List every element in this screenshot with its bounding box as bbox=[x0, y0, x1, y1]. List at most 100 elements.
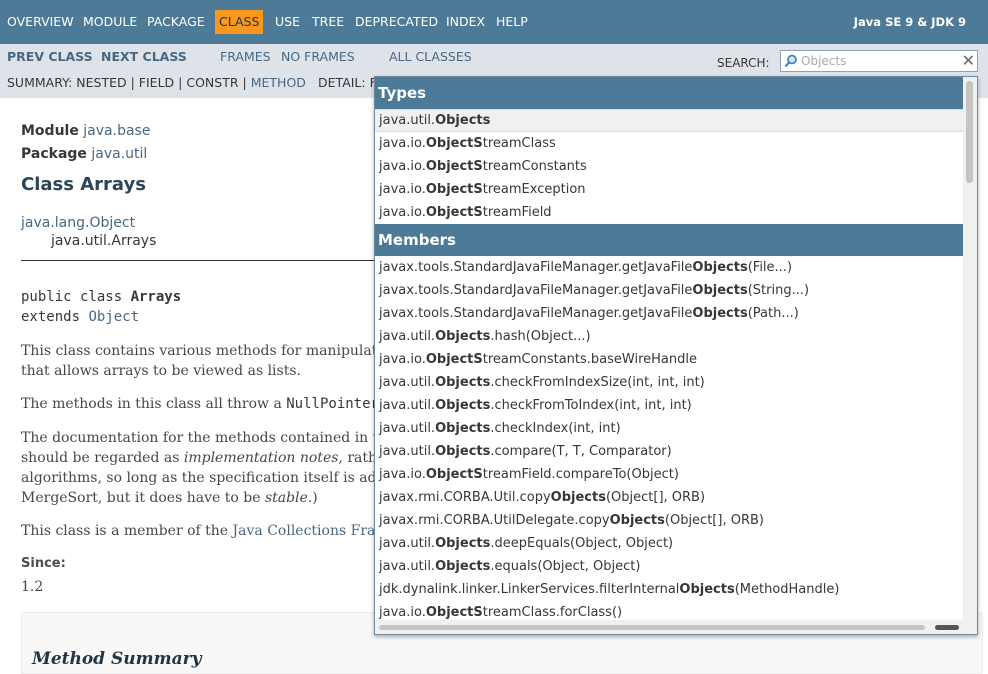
result-match: ObjectS bbox=[425, 605, 483, 620]
result-match: Objects bbox=[435, 559, 491, 574]
search-result-item[interactable]: java.util.Objects.compare(T, T, Comparat… bbox=[375, 440, 964, 463]
nav-help[interactable]: HELP bbox=[496, 0, 528, 44]
horizontal-scroll-thumb[interactable] bbox=[379, 625, 925, 630]
result-suffix: treamField.compareTo(Object) bbox=[482, 467, 679, 482]
search-result-item[interactable]: java.util.Objects.hash(Object...) bbox=[375, 325, 964, 348]
search-result-item[interactable]: java.io.ObjectStreamClass.forClass() bbox=[375, 601, 964, 622]
horizontal-scroll-end[interactable] bbox=[935, 625, 959, 630]
para2-text: The methods in this class all throw a bbox=[21, 396, 287, 412]
para1-line2: that allows arrays to be viewed as lists… bbox=[21, 363, 301, 379]
result-match: Objects bbox=[435, 398, 491, 413]
search-result-item[interactable]: java.io.ObjectStreamField bbox=[375, 201, 964, 224]
search-result-item[interactable]: java.io.ObjectStreamField.compareTo(Obje… bbox=[375, 463, 964, 486]
clear-search-icon[interactable]: ✕ bbox=[962, 51, 975, 71]
package-label: Package bbox=[21, 146, 87, 162]
nav-package[interactable]: PACKAGE bbox=[147, 0, 205, 44]
method-summary-heading: Method Summary bbox=[32, 649, 202, 669]
result-suffix: treamClass.forClass() bbox=[482, 605, 623, 620]
para1-line1: This class contains various methods for … bbox=[21, 343, 382, 359]
result-match: ObjectS bbox=[425, 352, 483, 367]
extends-object-link[interactable]: Object bbox=[88, 309, 139, 325]
result-prefix: java.io. bbox=[379, 205, 426, 220]
search-result-item[interactable]: javax.tools.StandardJavaFileManager.getJ… bbox=[375, 302, 964, 325]
para3-text: MergeSort, but it does have to be bbox=[21, 490, 265, 506]
summary-prefix: SUMMARY: bbox=[7, 75, 73, 90]
search-result-item[interactable]: java.util.Objects.deepEquals(Object, Obj… bbox=[375, 532, 964, 555]
search-result-item[interactable]: java.util.Objects bbox=[375, 109, 964, 132]
vertical-scroll-thumb[interactable] bbox=[966, 81, 973, 183]
result-match: ObjectS bbox=[425, 467, 483, 482]
search-result-item[interactable]: java.io.ObjectStreamException bbox=[375, 178, 964, 201]
nav-class-active: CLASS bbox=[215, 10, 264, 34]
result-match: ObjectS bbox=[425, 159, 483, 174]
no-frames-link[interactable]: NO FRAMES bbox=[281, 49, 355, 64]
nav-deprecated[interactable]: DEPRECATED bbox=[355, 0, 438, 44]
search-result-item[interactable]: java.util.Objects.checkFromIndexSize(int… bbox=[375, 371, 964, 394]
search-result-item[interactable]: javax.tools.StandardJavaFileManager.getJ… bbox=[375, 256, 964, 279]
collections-framework-link[interactable]: Java Collections Fram bbox=[233, 523, 389, 539]
nav-tree[interactable]: TREE bbox=[312, 0, 344, 44]
package-link[interactable]: java.util bbox=[91, 146, 147, 162]
nav-module[interactable]: MODULE bbox=[83, 0, 137, 44]
result-suffix: .compare(T, T, Comparator) bbox=[490, 444, 672, 459]
para3-line3: algorithms, so long as the specification… bbox=[21, 470, 386, 486]
result-suffix: (Path...) bbox=[747, 306, 799, 321]
inherit-child: java.util.Arrays bbox=[51, 233, 157, 249]
summary-sep: | bbox=[178, 75, 183, 90]
result-prefix: java.util. bbox=[379, 536, 436, 551]
result-match: Objects bbox=[609, 513, 665, 528]
horizontal-scrollbar[interactable] bbox=[375, 620, 977, 634]
all-classes-link[interactable]: ALL CLASSES bbox=[389, 49, 472, 64]
result-suffix: .hash(Object...) bbox=[490, 329, 591, 344]
para2-code: NullPointerE bbox=[286, 396, 388, 412]
result-prefix: java.io. bbox=[379, 605, 426, 620]
search-result-item[interactable]: javax.rmi.CORBA.UtilDelegate.copyObjects… bbox=[375, 509, 964, 532]
class-extends: extends Object bbox=[21, 309, 139, 325]
next-class-link[interactable]: NEXT CLASS bbox=[101, 49, 187, 64]
nav-index[interactable]: INDEX bbox=[446, 0, 485, 44]
result-prefix: java.util. bbox=[379, 329, 436, 344]
module-link[interactable]: java.base bbox=[83, 123, 150, 139]
vertical-scrollbar[interactable] bbox=[963, 77, 977, 622]
search-result-item[interactable]: java.util.Objects.equals(Object, Object) bbox=[375, 555, 964, 578]
search-result-item[interactable]: java.io.ObjectStreamConstants bbox=[375, 155, 964, 178]
prev-class-link[interactable]: PREV CLASS bbox=[7, 49, 93, 64]
search-result-item[interactable]: java.io.ObjectStreamClass bbox=[375, 132, 964, 155]
search-label: SEARCH: bbox=[717, 56, 770, 70]
search-result-item[interactable]: javax.rmi.CORBA.Util.copyObjects(Object[… bbox=[375, 486, 964, 509]
since-value: 1.2 bbox=[21, 579, 44, 595]
nav-use[interactable]: USE bbox=[275, 0, 300, 44]
result-prefix: java.io. bbox=[379, 467, 426, 482]
result-prefix: java.io. bbox=[379, 136, 426, 151]
summary-nested: NESTED bbox=[76, 75, 127, 90]
frames-link[interactable]: FRAMES bbox=[220, 49, 271, 64]
inherit-parent-link[interactable]: java.lang.Object bbox=[21, 215, 135, 231]
para4-text: This class is a member of the bbox=[21, 523, 233, 539]
search-result-item[interactable]: jdk.dynalink.linker.LinkerServices.filte… bbox=[375, 578, 964, 601]
search-input[interactable] bbox=[801, 53, 961, 69]
para3-em: stable bbox=[264, 490, 308, 506]
summary-sep: | bbox=[130, 75, 135, 90]
result-suffix: treamConstants.baseWireHandle bbox=[482, 352, 697, 367]
result-prefix: java.util. bbox=[379, 421, 436, 436]
result-suffix: treamField bbox=[482, 205, 552, 220]
result-match: Objects bbox=[435, 536, 491, 551]
result-match: Objects bbox=[692, 283, 748, 298]
result-prefix: java.util. bbox=[379, 444, 436, 459]
class-declaration: public class Arrays bbox=[21, 289, 181, 305]
result-prefix: java.io. bbox=[379, 182, 426, 197]
search-result-item[interactable]: java.io.ObjectStreamConstants.baseWireHa… bbox=[375, 348, 964, 371]
search-result-item[interactable]: java.util.Objects.checkIndex(int, int) bbox=[375, 417, 964, 440]
search-result-item[interactable]: javax.tools.StandardJavaFileManager.getJ… bbox=[375, 279, 964, 302]
result-match: ObjectS bbox=[425, 205, 483, 220]
result-match: Objects bbox=[435, 421, 491, 436]
summary-method-link[interactable]: METHOD bbox=[251, 75, 306, 90]
result-suffix: .checkFromToIndex(int, int, int) bbox=[490, 398, 692, 413]
search-result-item[interactable]: java.util.Objects.checkFromToIndex(int, … bbox=[375, 394, 964, 417]
result-match: ObjectS bbox=[425, 136, 483, 151]
search-box: ✕ bbox=[780, 50, 978, 72]
result-suffix: (File...) bbox=[747, 260, 793, 275]
result-match: Objects bbox=[692, 260, 748, 275]
decl-prefix: public class bbox=[21, 289, 131, 305]
nav-overview[interactable]: OVERVIEW bbox=[7, 0, 74, 44]
